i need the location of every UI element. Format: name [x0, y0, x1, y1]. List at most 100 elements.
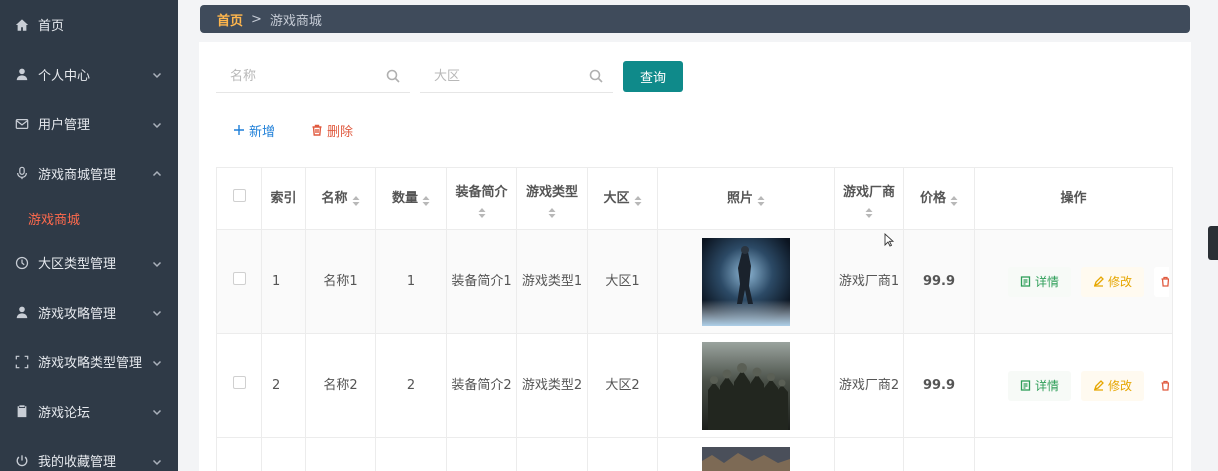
- column-header-equip[interactable]: 装备简介: [446, 167, 517, 230]
- edit-button[interactable]: 修改: [1081, 266, 1145, 297]
- power-icon: [14, 453, 30, 469]
- user-icon: [14, 304, 30, 320]
- cell-name: 名称1: [305, 229, 376, 334]
- cell-quantity: 1: [375, 229, 447, 334]
- cell-region: 大区1: [587, 229, 658, 334]
- row-delete-button[interactable]: [1154, 266, 1169, 297]
- sidebar: 首页 个人中心 用户管理 游戏商城管理 游戏商城 大区类型管理 游戏攻略管理 游…: [0, 0, 178, 471]
- clock-icon: [14, 255, 30, 271]
- edit-button[interactable]: 修改: [1081, 370, 1145, 401]
- column-header-region[interactable]: 大区: [587, 167, 658, 230]
- home-icon: [14, 17, 30, 33]
- table-row: 1 名称1 1 装备简介1 游戏类型1 大区1 游戏厂商1 99.9 详情 修改: [216, 229, 1173, 334]
- row-checkbox[interactable]: [232, 375, 246, 389]
- detail-button[interactable]: 详情: [1008, 266, 1072, 297]
- sidebar-item-label: 大区类型管理: [38, 257, 117, 273]
- sort-icon[interactable]: [548, 205, 556, 218]
- clipboard-icon: [14, 403, 30, 419]
- sort-icon[interactable]: [422, 193, 430, 206]
- sidebar-item-game-mall[interactable]: 游戏商城: [0, 198, 178, 238]
- column-header-quantity[interactable]: 数量: [375, 167, 447, 230]
- sort-icon[interactable]: [634, 193, 642, 206]
- cell-region: 大区2: [587, 333, 658, 438]
- column-header-index: 索引: [261, 167, 306, 230]
- sidebar-item-label: 个人中心: [38, 68, 91, 84]
- table-header-row: 索引 名称 数量 装备简介 游戏类型 大区 照片 游戏厂商 价格 操作: [216, 167, 1173, 230]
- breadcrumb: 首页 > 游戏商城: [200, 5, 1190, 33]
- column-header-vendor[interactable]: 游戏厂商: [834, 167, 904, 230]
- sidebar-item-user-management[interactable]: 用户管理: [0, 99, 178, 149]
- cell-quantity: 2: [375, 333, 447, 438]
- fullscreen-icon: [14, 354, 30, 370]
- delete-button[interactable]: 删除: [311, 120, 353, 140]
- sidebar-item-label: 我的收藏管理: [38, 455, 117, 471]
- add-button-label: 新增: [249, 124, 276, 140]
- row-checkbox[interactable]: [232, 271, 246, 285]
- chevron-up-icon: [152, 168, 162, 178]
- detail-button[interactable]: 详情: [1008, 370, 1072, 401]
- plus-icon: [233, 124, 245, 136]
- pencil-icon: [1093, 380, 1104, 391]
- cell-photo: [657, 333, 835, 438]
- sort-icon[interactable]: [950, 193, 958, 206]
- cell-name: 名称2: [305, 333, 376, 438]
- cell-photo: [657, 437, 835, 471]
- mail-icon: [14, 116, 30, 132]
- cell-ops: 详情 修改: [974, 229, 1173, 334]
- sidebar-item-label: 游戏攻略类型管理: [38, 356, 143, 372]
- game-mall-table: 索引 名称 数量 装备简介 游戏类型 大区 照片 游戏厂商 价格 操作 1 名称…: [216, 167, 1173, 471]
- table-row: [216, 437, 1173, 471]
- mouse-cursor-icon: [884, 233, 894, 247]
- sidebar-item-game-guide-management[interactable]: 游戏攻略管理: [0, 288, 178, 338]
- chevron-down-icon: [152, 258, 162, 268]
- cell-index: 1: [261, 229, 306, 334]
- sidebar-item-game-mall-management[interactable]: 游戏商城管理: [0, 149, 178, 199]
- drawer-handle[interactable]: [1208, 226, 1218, 260]
- breadcrumb-home-link[interactable]: 首页: [217, 10, 243, 29]
- trash-icon: [311, 124, 323, 136]
- query-button[interactable]: 查询: [623, 61, 683, 92]
- column-header-price[interactable]: 价格: [903, 167, 975, 230]
- sort-icon[interactable]: [478, 205, 486, 218]
- game-photo-image[interactable]: [702, 447, 790, 471]
- document-icon: [1020, 276, 1031, 287]
- cell-vendor: 游戏厂商2: [834, 333, 904, 438]
- sidebar-item-game-forum[interactable]: 游戏论坛: [0, 387, 178, 437]
- select-all-checkbox[interactable]: [232, 188, 246, 202]
- sidebar-item-my-favorites-management[interactable]: 我的收藏管理: [0, 436, 178, 471]
- cell-game-type: 游戏类型1: [516, 229, 588, 334]
- sidebar-item-label: 用户管理: [38, 118, 91, 134]
- cell-game-type: 游戏类型2: [516, 333, 588, 438]
- region-search-field: [420, 61, 613, 93]
- sidebar-item-label: 游戏攻略管理: [38, 306, 117, 322]
- cell-price: 99.9: [903, 229, 975, 334]
- sidebar-item-label: 首页: [38, 19, 65, 35]
- sidebar-item-game-guide-type-management[interactable]: 游戏攻略类型管理: [0, 337, 178, 387]
- row-delete-button[interactable]: [1154, 370, 1169, 401]
- sort-icon[interactable]: [352, 193, 360, 206]
- select-all-cell: [216, 167, 262, 230]
- column-header-game-type[interactable]: 游戏类型: [516, 167, 588, 230]
- sidebar-item-region-type-management[interactable]: 大区类型管理: [0, 238, 178, 288]
- chevron-down-icon: [152, 406, 162, 416]
- microphone-icon: [14, 165, 30, 181]
- sort-icon[interactable]: [865, 205, 873, 218]
- column-header-photo[interactable]: 照片: [657, 167, 835, 230]
- column-header-ops: 操作: [974, 167, 1173, 230]
- name-search-input[interactable]: [216, 61, 410, 92]
- trash-icon: [1161, 380, 1169, 391]
- search-icon: [386, 69, 400, 83]
- sidebar-item-home[interactable]: 首页: [0, 0, 178, 50]
- region-search-input[interactable]: [420, 61, 613, 92]
- trash-icon: [1161, 276, 1169, 287]
- game-photo-image[interactable]: [702, 341, 790, 430]
- game-photo-image[interactable]: [702, 237, 790, 326]
- table-row: 2 名称2 2 装备简介2 游戏类型2 大区2 游戏厂商2 99.9 详情 修改: [216, 333, 1173, 438]
- add-button[interactable]: 新增: [233, 120, 275, 140]
- sidebar-item-label: 游戏商城管理: [38, 167, 117, 183]
- cell-ops: 详情 修改: [974, 333, 1173, 438]
- column-header-name[interactable]: 名称: [305, 167, 376, 230]
- sort-icon[interactable]: [757, 193, 765, 206]
- document-icon: [1020, 380, 1031, 391]
- sidebar-item-personal-center[interactable]: 个人中心: [0, 50, 178, 100]
